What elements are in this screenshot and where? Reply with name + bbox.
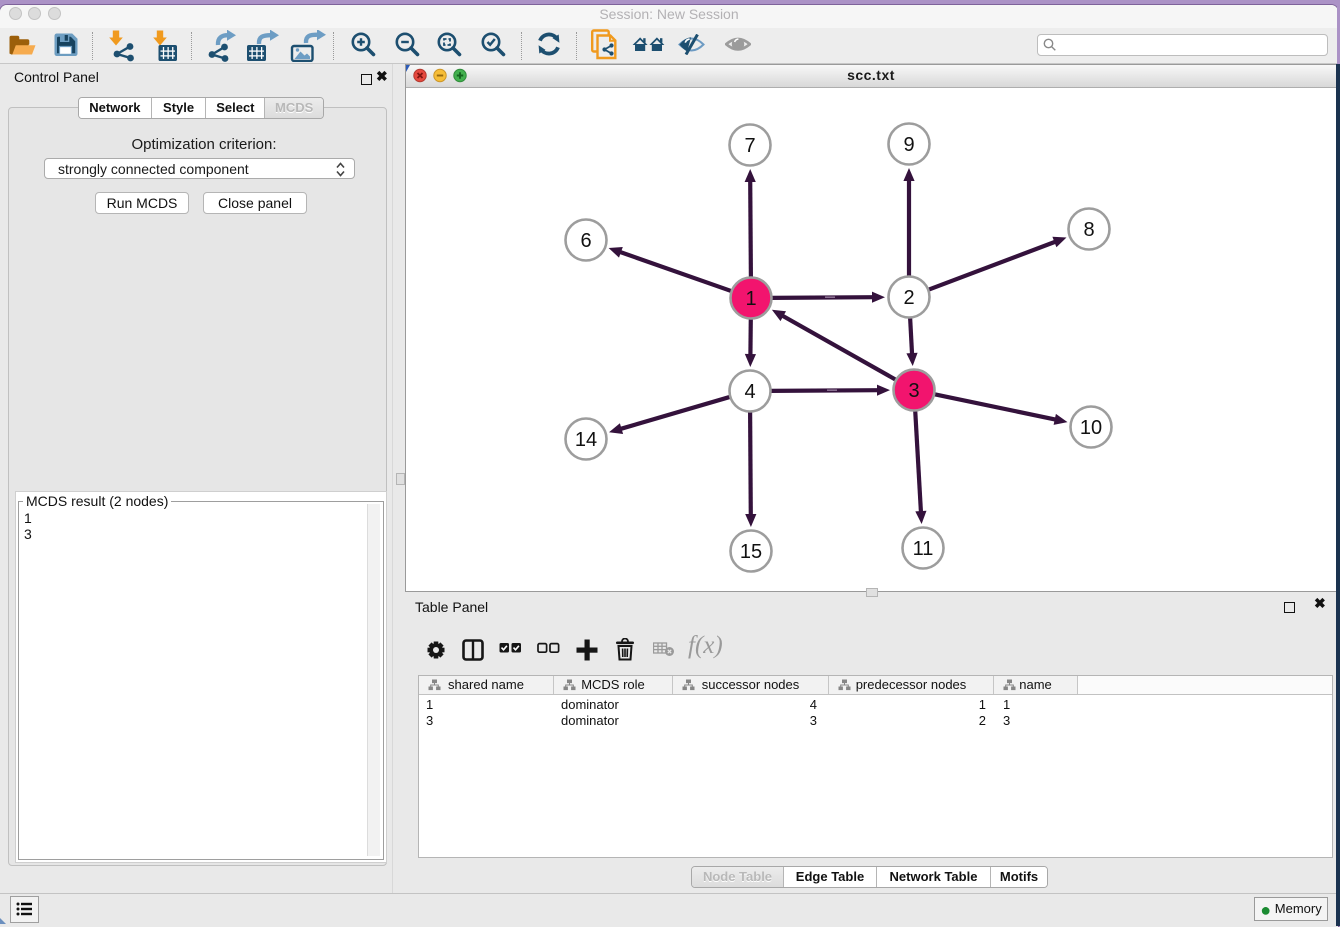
svg-text:6: 6 <box>580 230 591 252</box>
svg-text:15: 15 <box>740 541 762 563</box>
svg-text:11: 11 <box>913 538 934 560</box>
svg-text:9: 9 <box>903 134 914 156</box>
svg-text:8: 8 <box>1083 219 1094 241</box>
svg-text:4: 4 <box>744 381 755 403</box>
svg-text:10: 10 <box>1080 417 1102 439</box>
svg-text:14: 14 <box>575 429 597 451</box>
svg-text:1: 1 <box>745 288 756 310</box>
svg-text:7: 7 <box>744 135 755 157</box>
svg-text:3: 3 <box>908 380 919 402</box>
svg-text:2: 2 <box>903 287 914 309</box>
